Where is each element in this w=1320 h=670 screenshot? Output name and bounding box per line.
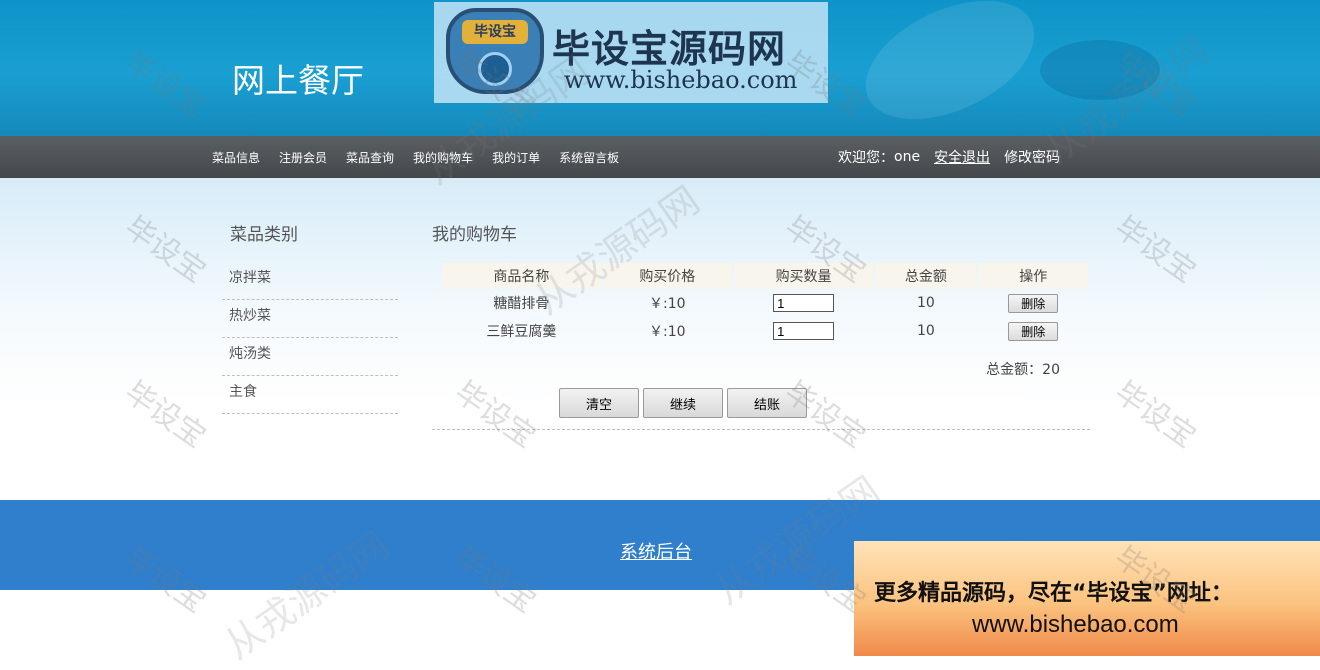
sidebar-item-staple-food[interactable]: 主食 [222, 377, 398, 414]
header-decoration [1040, 40, 1160, 100]
change-password-link[interactable]: 修改密码 [1004, 147, 1060, 167]
quantity-input[interactable] [773, 294, 835, 312]
quantity-input[interactable] [773, 322, 835, 340]
delete-button[interactable]: 删除 [1008, 293, 1059, 313]
logo-badge-icon: 毕设宝 [446, 8, 544, 94]
cell-total: 10 [916, 295, 935, 311]
table-row: 糖醋排骨 ￥:10 10 删除 [442, 289, 1088, 317]
delete-button[interactable]: 删除 [1008, 321, 1059, 341]
nav-item-dishes[interactable]: 菜品信息 [212, 149, 260, 166]
nav-item-register[interactable]: 注册会员 [279, 149, 327, 166]
grand-total-label: 总金额： [986, 362, 1043, 378]
table-header-row: 商品名称 购买价格 购买数量 总金额 操作 [442, 263, 1088, 289]
logo-name: 毕设宝源码网 [552, 27, 787, 71]
main-nav: 菜品信息 注册会员 菜品查询 我的购物车 我的订单 系统留言板 欢迎您： one… [0, 136, 1320, 178]
content-area: 菜品类别 凉拌菜 热炒菜 炖汤类 主食 我的购物车 商品名称 购买价格 购买数量… [0, 178, 1320, 500]
column-header-name: 商品名称 [442, 263, 601, 289]
grand-total: 总金额：20 [432, 359, 1060, 379]
site-title: 网上餐厅 [232, 61, 364, 100]
site-header: 网上餐厅 毕设宝 毕设宝源码网 www.bishebao.com [0, 0, 1320, 136]
sidebar-item-soups[interactable]: 炖汤类 [222, 339, 398, 376]
cell-name: 三鲜豆腐羹 [486, 324, 557, 340]
cell-quantity [734, 289, 873, 317]
cart-panel: 我的购物车 商品名称 购买价格 购买数量 总金额 操作 糖醋排骨 ￥:10 10… [432, 220, 1090, 430]
grand-total-value: 20 [1042, 362, 1060, 378]
column-header-total: 总金额 [875, 263, 977, 289]
table-row: 三鲜豆腐羹 ￥:10 10 删除 [442, 317, 1088, 345]
username: one [894, 149, 921, 165]
cell-action: 删除 [978, 317, 1088, 345]
cell-price: ￥:10 [649, 324, 686, 340]
sidebar-item-cold-dishes[interactable]: 凉拌菜 [222, 263, 398, 300]
ad-line-1: 更多精品源码，尽在“毕设宝”网址： [874, 581, 1233, 606]
logout-link[interactable]: 安全退出 [934, 147, 990, 167]
continue-button[interactable]: 继续 [643, 388, 723, 418]
page-title: 我的购物车 [432, 225, 517, 245]
cell-quantity [734, 317, 873, 345]
cell-name: 糖醋排骨 [493, 296, 550, 312]
header-decoration [847, 0, 1053, 136]
column-header-quantity: 购买数量 [733, 263, 874, 289]
user-area: 欢迎您： one 安全退出 修改密码 [838, 136, 1060, 178]
column-header-price: 购买价格 [602, 263, 732, 289]
nav-item-orders[interactable]: 我的订单 [492, 149, 540, 166]
logo-circle-icon [478, 52, 512, 86]
welcome-label: 欢迎您： [838, 150, 894, 166]
nav-menu: 菜品信息 注册会员 菜品查询 我的购物车 我的订单 系统留言板 [212, 136, 638, 178]
ad-banner: 更多精品源码，尽在“毕设宝”网址： www.bishebao.com [854, 541, 1320, 656]
logo-url: www.bishebao.com [564, 66, 798, 94]
cell-price: ￥:10 [649, 296, 686, 312]
checkout-button[interactable]: 结账 [727, 388, 807, 418]
nav-item-messages[interactable]: 系统留言板 [559, 149, 619, 166]
cell-action: 删除 [978, 289, 1088, 317]
category-sidebar: 菜品类别 凉拌菜 热炒菜 炖汤类 主食 [222, 220, 398, 415]
column-header-action: 操作 [978, 263, 1088, 289]
clear-button[interactable]: 清空 [559, 388, 639, 418]
sidebar-title: 菜品类别 [230, 225, 298, 245]
cart-table: 商品名称 购买价格 购买数量 总金额 操作 糖醋排骨 ￥:10 10 删除 三鲜… [440, 263, 1090, 345]
admin-link[interactable]: 系统后台 [620, 538, 692, 564]
sidebar-item-stir-fry[interactable]: 热炒菜 [222, 301, 398, 338]
nav-item-cart[interactable]: 我的购物车 [413, 149, 473, 166]
divider [432, 429, 1090, 430]
cell-total: 10 [916, 323, 935, 339]
ad-line-2: www.bishebao.com [972, 611, 1179, 638]
watermark-logo: 毕设宝 毕设宝源码网 www.bishebao.com [434, 2, 828, 103]
cart-actions: 清空 继续 结账 [559, 388, 1090, 418]
nav-item-search[interactable]: 菜品查询 [346, 149, 394, 166]
logo-badge-text: 毕设宝 [462, 20, 528, 44]
